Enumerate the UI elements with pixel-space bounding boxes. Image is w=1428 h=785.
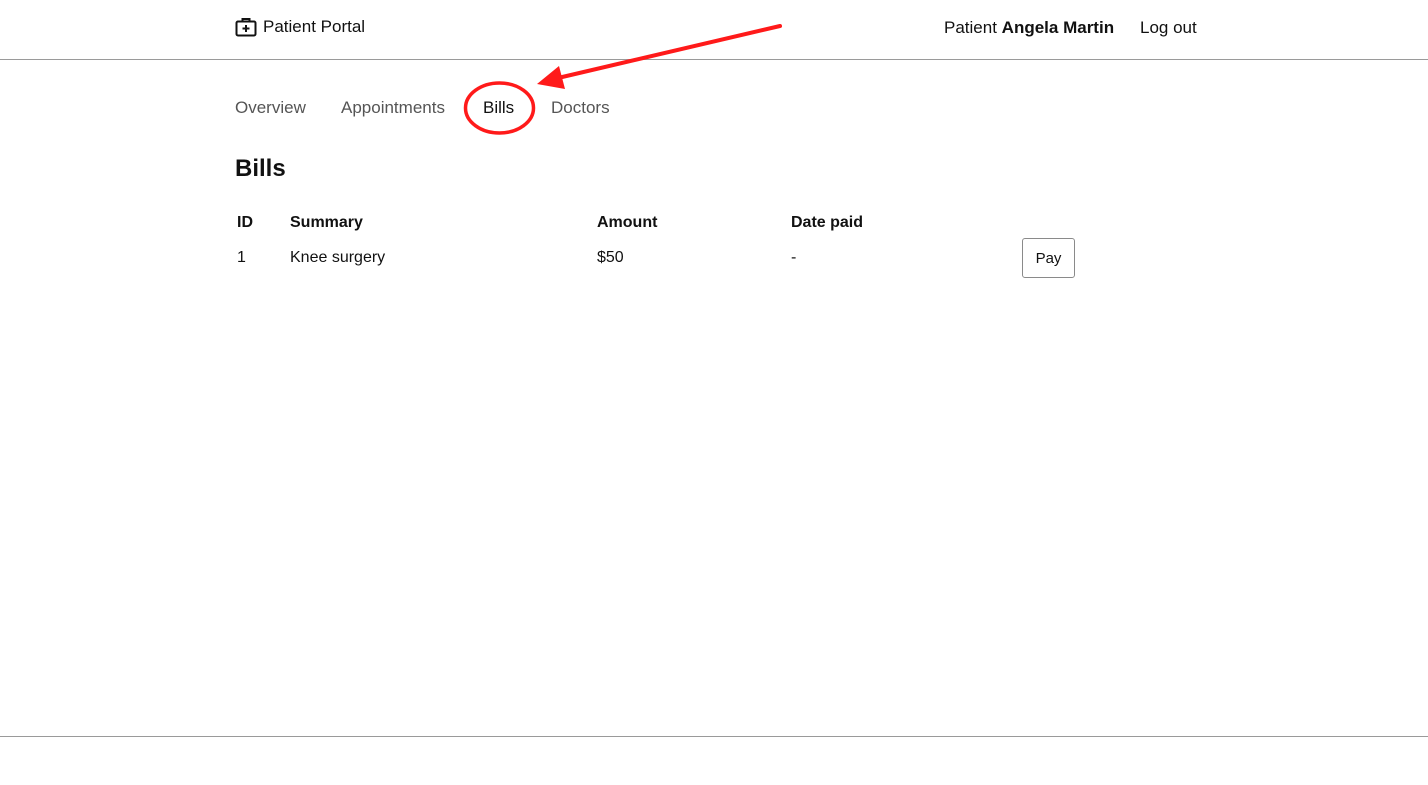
tab-appointments[interactable]: Appointments xyxy=(341,98,445,118)
brand-label: Patient Portal xyxy=(263,17,366,36)
column-header-date-paid: Date paid xyxy=(791,214,864,231)
user-name: Angela Martin xyxy=(1001,18,1115,37)
tab-bills[interactable]: Bills xyxy=(483,98,514,118)
tab-overview[interactable]: Overview xyxy=(235,98,306,118)
annotation-arrow-head xyxy=(537,66,565,89)
annotation-overlay xyxy=(463,24,782,135)
column-header-id: ID xyxy=(237,214,253,231)
brand-link[interactable]: Patient Portal xyxy=(235,17,365,37)
logout-link[interactable]: Log out xyxy=(1140,18,1197,38)
user-role-label: Patient xyxy=(944,18,997,37)
tab-doctors[interactable]: Doctors xyxy=(551,98,610,118)
bill-date-paid: - xyxy=(791,249,797,266)
bill-id: 1 xyxy=(237,249,246,266)
bill-summary: Knee surgery xyxy=(290,249,386,266)
page-title: Bills xyxy=(235,155,286,182)
column-header-amount: Amount xyxy=(597,214,658,231)
pay-button[interactable]: Pay xyxy=(1022,238,1075,278)
footer-divider xyxy=(0,736,1428,737)
column-header-summary: Summary xyxy=(290,214,363,231)
current-user: Patient Angela Martin xyxy=(944,18,1114,38)
top-bar: Patient Portal Patient Angela Martin Log… xyxy=(0,0,1428,60)
medical-briefcase-icon xyxy=(235,17,257,37)
bill-amount: $50 xyxy=(597,249,624,266)
